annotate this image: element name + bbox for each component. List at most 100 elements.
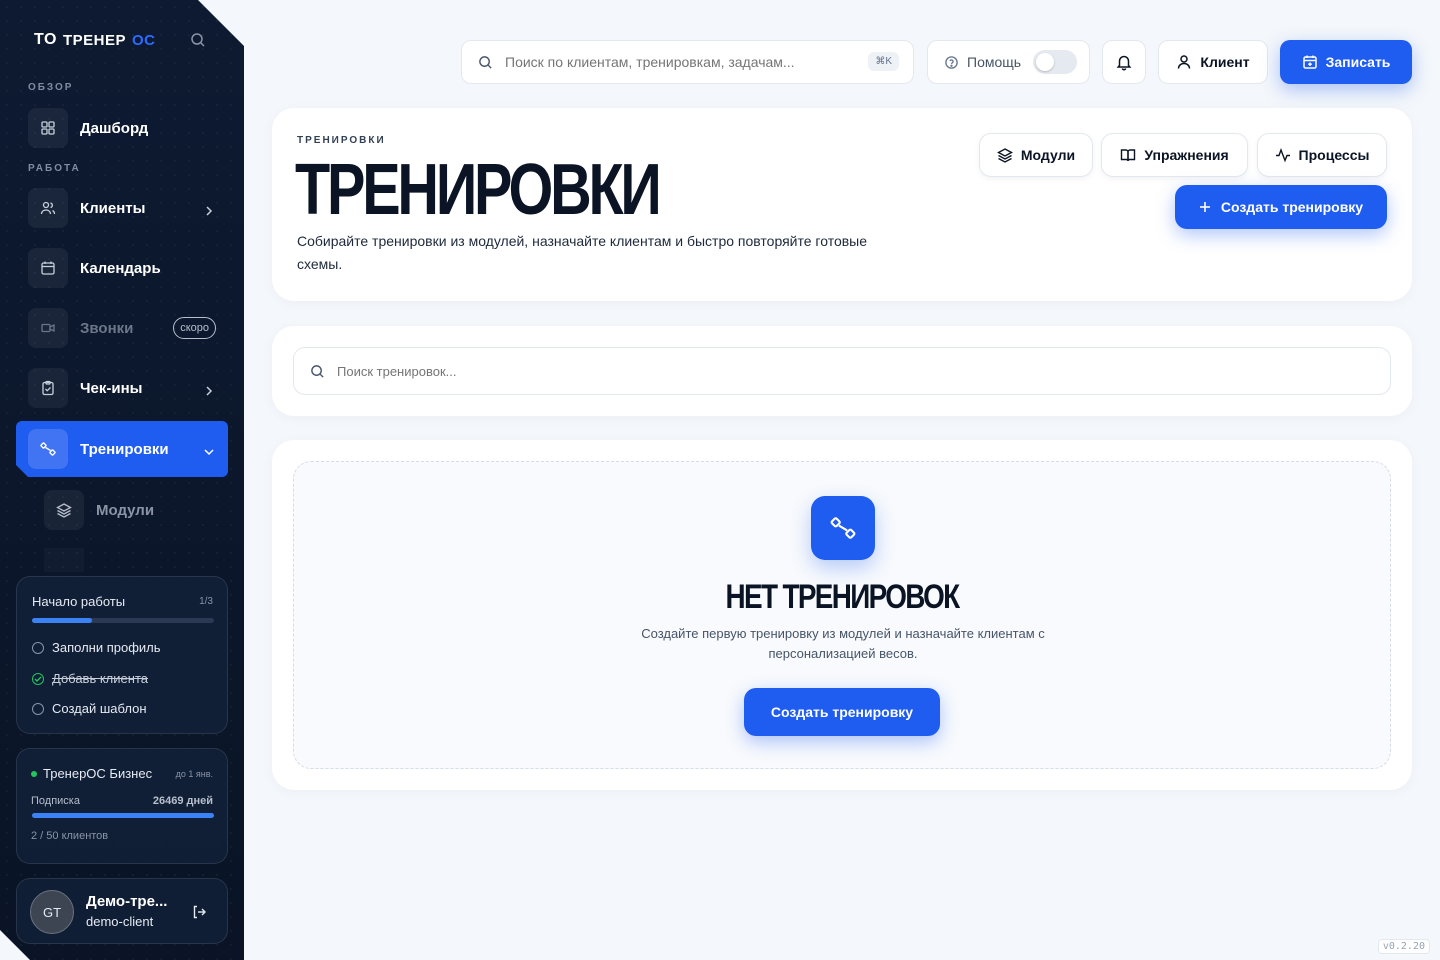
- sidebar-item-checkins[interactable]: Чек-ины: [16, 360, 228, 416]
- clipboard-icon: [28, 368, 68, 408]
- page-description: Собирайте тренировки из модулей, назнача…: [297, 233, 868, 272]
- sidebar-item-label: Модули: [96, 501, 155, 519]
- status-dot: [31, 770, 37, 777]
- plus-icon: [1199, 201, 1211, 213]
- task-label: Добавь клиента: [52, 671, 148, 686]
- brand-name: ТРЕНЕР: [62, 31, 126, 49]
- sidebar-subitem-partial[interactable]: [44, 548, 228, 572]
- global-search-input[interactable]: [505, 54, 845, 70]
- page-eyebrow: ТРЕНИРОВКИ: [297, 135, 386, 146]
- exercises-button[interactable]: Упражнения: [1101, 133, 1248, 177]
- user-card[interactable]: GT Демо-тре... demo-client: [16, 878, 228, 944]
- subscription-label: Подписка: [31, 795, 80, 807]
- plan-name: ТренерОС Бизнес: [31, 766, 152, 781]
- sidebar-item-label: Чек-ины: [80, 379, 143, 397]
- onboarding-card: Начало работы 1/3 Заполни профиль Добавь…: [16, 576, 228, 734]
- help-label: Помощь: [967, 54, 1022, 70]
- section-work: РАБОТА: [28, 163, 81, 174]
- search-icon: [478, 55, 493, 70]
- empty-description: Создайте первую тренировку из модулей и …: [641, 626, 1045, 661]
- calendar-plus-icon: [1302, 54, 1318, 70]
- book-button-label: Записать: [1325, 54, 1391, 70]
- sidebar: TO ТРЕНЕР ОС ОБЗОР Дашборд РАБОТА Клиент…: [0, 0, 244, 960]
- subscription-days: 26469 дней: [152, 795, 213, 807]
- activity-icon: [1275, 147, 1291, 163]
- book-icon: [44, 548, 84, 572]
- onboarding-task-done[interactable]: Добавь клиента: [32, 671, 148, 686]
- search-panel: [272, 326, 1412, 416]
- sidebar-item-label: Звонки: [80, 319, 134, 337]
- sidebar-item-dashboard[interactable]: Дашборд: [16, 100, 228, 156]
- client-button[interactable]: Клиент: [1158, 40, 1268, 84]
- search-icon: [310, 364, 325, 379]
- brand-suffix: ОС: [131, 31, 156, 49]
- onboarding-task[interactable]: Создай шаблон: [32, 701, 147, 716]
- plan-name-label: ТренерОС Бизнес: [43, 766, 153, 781]
- user-role: demo-client: [86, 914, 154, 929]
- section-overview: ОБЗОР: [28, 82, 74, 93]
- modules-button[interactable]: Модули: [979, 133, 1093, 177]
- soon-badge: скоро: [173, 317, 216, 339]
- version-badge: v0.2.20: [1377, 939, 1430, 954]
- help-switch[interactable]: [1033, 50, 1078, 74]
- workouts-list: НЕТ ТРЕНИРОВОК Создайте первую тренировк…: [272, 440, 1412, 790]
- dumbbell-icon: [28, 429, 68, 469]
- calendar-icon: [28, 248, 68, 288]
- sidebar-item-clients[interactable]: Клиенты: [16, 180, 228, 236]
- notifications-button[interactable]: [1102, 40, 1146, 84]
- chevron-down-icon: [204, 444, 214, 454]
- circle-icon: [32, 702, 44, 715]
- processes-button-label: Процессы: [1298, 147, 1370, 163]
- grid-icon: [28, 108, 68, 148]
- sidebar-item-label: Клиенты: [80, 199, 146, 217]
- user-icon: [1176, 54, 1192, 70]
- sidebar-item-calls[interactable]: Звонки скоро: [16, 300, 228, 356]
- shortcut-badge: ⌘K: [868, 52, 899, 71]
- help-toggle[interactable]: Помощь: [927, 40, 1090, 84]
- onboarding-progress: [32, 618, 214, 623]
- video-icon: [28, 308, 68, 348]
- subscription-progress: [32, 813, 214, 818]
- sidebar-item-workouts[interactable]: Тренировки: [16, 421, 228, 477]
- global-search[interactable]: ⌘K: [461, 40, 914, 84]
- plan-until: до 1 янв.: [175, 769, 213, 779]
- create-workout-button[interactable]: Создать тренировку: [1175, 185, 1387, 229]
- empty-create-button[interactable]: Создать тренировку: [744, 688, 940, 736]
- page-title: ТРЕНИРОВКИ: [295, 150, 662, 230]
- brand-logo[interactable]: TO ТРЕНЕР ОС: [34, 31, 155, 49]
- users-icon: [28, 188, 68, 228]
- chevron-right-icon: [204, 203, 214, 216]
- circle-icon: [32, 641, 44, 654]
- sidebar-item-label: Тренировки: [80, 440, 169, 458]
- logo-mark: TO: [34, 31, 57, 48]
- bell-icon: [1115, 53, 1133, 71]
- help-circle-icon: [944, 55, 959, 70]
- empty-create-label: Создать тренировку: [770, 704, 914, 720]
- check-circle-icon: [32, 672, 44, 685]
- workout-search[interactable]: [293, 347, 1391, 395]
- onboarding-count: 1/3: [199, 596, 213, 607]
- sidebar-item-label: Календарь: [80, 259, 161, 277]
- empty-title: НЕТ ТРЕНИРОВОК: [725, 578, 960, 616]
- chevron-right-icon: [204, 383, 214, 396]
- sidebar-item-calendar[interactable]: Календарь: [16, 240, 228, 296]
- layers-icon: [996, 147, 1013, 163]
- modules-button-label: Модули: [1020, 147, 1076, 163]
- task-label: Создай шаблон: [52, 701, 147, 716]
- logout-icon[interactable]: [191, 904, 207, 920]
- layers-icon: [44, 490, 84, 530]
- sidebar-item-label: Дашборд: [80, 119, 149, 137]
- plan-card[interactable]: ТренерОС Бизнес до 1 янв. Подписка 26469…: [16, 748, 228, 864]
- onboarding-task[interactable]: Заполни профиль: [32, 640, 161, 655]
- processes-button[interactable]: Процессы: [1257, 133, 1387, 177]
- exercises-button-label: Упражнения: [1144, 147, 1229, 163]
- sidebar-subitem-modules[interactable]: Модули: [44, 488, 228, 532]
- book-button[interactable]: Записать: [1280, 40, 1412, 84]
- avatar[interactable]: GT: [30, 890, 74, 934]
- user-name: Демо-тре...: [86, 893, 168, 910]
- empty-state: НЕТ ТРЕНИРОВОК Создайте первую тренировк…: [293, 461, 1391, 769]
- onboarding-title: Начало работы: [32, 594, 126, 609]
- search-icon[interactable]: [190, 32, 206, 48]
- workout-search-input[interactable]: [337, 363, 1237, 379]
- book-open-icon: [1120, 147, 1136, 163]
